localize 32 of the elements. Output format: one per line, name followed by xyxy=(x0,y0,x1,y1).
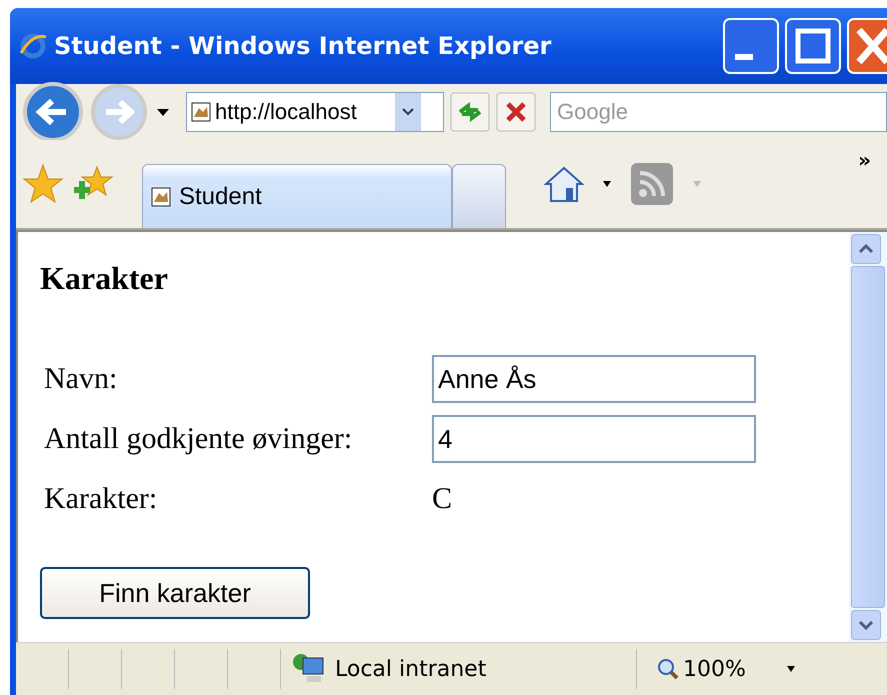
result-value: C xyxy=(432,482,452,516)
scroll-thumb[interactable] xyxy=(851,266,885,608)
find-grade-button[interactable]: Finn karakter xyxy=(40,567,310,619)
field-label: Karakter: xyxy=(44,482,158,516)
page-heading: Karakter xyxy=(40,260,169,297)
page-icon xyxy=(151,186,171,206)
vertical-scrollbar[interactable] xyxy=(849,232,887,642)
dropdown-caret-icon[interactable] xyxy=(786,665,796,673)
security-zone: Local intranet xyxy=(335,656,486,682)
search-field[interactable]: Google xyxy=(550,92,887,132)
zoom-magnifier-icon[interactable] xyxy=(657,658,679,680)
browser-logo-icon xyxy=(18,31,48,61)
more-chevron[interactable]: » xyxy=(858,148,871,172)
window-title: Student - Windows Internet Explorer xyxy=(54,32,552,60)
star-icon[interactable] xyxy=(22,163,64,205)
zoom-level[interactable]: 100% xyxy=(683,656,746,682)
home-icon[interactable] xyxy=(544,164,584,204)
browser-tab[interactable]: Student xyxy=(142,164,452,228)
maximize-icon[interactable] xyxy=(785,18,841,74)
dropdown-caret-icon[interactable] xyxy=(602,180,612,188)
field-label: Antall godkjente øvinger: xyxy=(44,422,354,456)
text-field[interactable]: Anne Ås xyxy=(432,355,756,403)
text-field[interactable]: 4 xyxy=(432,415,756,463)
stop-icon[interactable] xyxy=(496,92,536,132)
field-label: Navn: xyxy=(44,362,118,396)
address-input[interactable]: http://localhost xyxy=(215,99,391,125)
refresh-icon[interactable] xyxy=(450,92,490,132)
page-icon xyxy=(191,102,211,122)
dropdown-caret-icon[interactable] xyxy=(156,107,170,117)
minimize-icon[interactable] xyxy=(723,18,779,74)
address-field[interactable]: http://localhost xyxy=(186,92,444,132)
close-icon[interactable] xyxy=(847,18,887,74)
